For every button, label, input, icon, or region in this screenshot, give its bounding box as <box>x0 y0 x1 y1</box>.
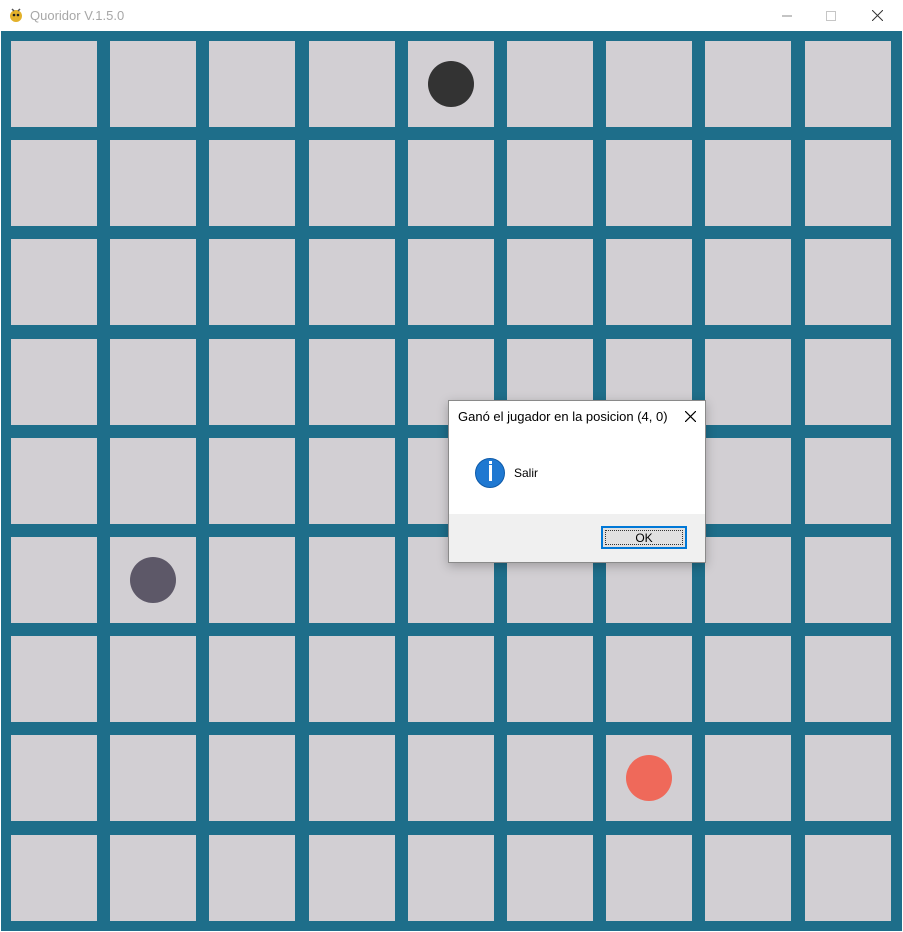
board-cell[interactable] <box>805 835 891 921</box>
board-cell[interactable] <box>11 339 97 425</box>
board-cell[interactable] <box>11 735 97 821</box>
board-cell[interactable] <box>309 537 395 623</box>
board-cell[interactable] <box>11 835 97 921</box>
dialog-footer: OK <box>449 514 705 562</box>
board-cell[interactable] <box>110 239 196 325</box>
board-cell[interactable] <box>408 636 494 722</box>
board-cell[interactable] <box>110 41 196 127</box>
info-icon <box>475 458 505 488</box>
board-cell[interactable] <box>309 239 395 325</box>
board-cell[interactable] <box>805 140 891 226</box>
board-cell[interactable] <box>309 636 395 722</box>
title-bar: Quoridor V.1.5.0 <box>0 0 903 31</box>
board-cell[interactable] <box>11 636 97 722</box>
board-cell[interactable] <box>209 835 295 921</box>
board-cell[interactable] <box>309 339 395 425</box>
board-cell[interactable] <box>805 636 891 722</box>
board-cell[interactable] <box>110 735 196 821</box>
ok-button[interactable]: OK <box>601 526 687 549</box>
board-cell[interactable] <box>705 835 791 921</box>
board-cell[interactable] <box>705 140 791 226</box>
window-close-button[interactable] <box>854 0 900 31</box>
board-cell[interactable] <box>209 140 295 226</box>
board-cell[interactable] <box>209 41 295 127</box>
board-cell[interactable] <box>209 735 295 821</box>
board-cell[interactable] <box>805 41 891 127</box>
board-cell[interactable] <box>705 735 791 821</box>
board-cell[interactable] <box>606 636 692 722</box>
board-cell[interactable] <box>110 140 196 226</box>
board-cell[interactable] <box>805 735 891 821</box>
dialog-title: Ganó el jugador en la posicion (4, 0) <box>458 409 668 424</box>
minimize-icon <box>782 15 792 16</box>
board-cell[interactable] <box>507 735 593 821</box>
board-cell[interactable] <box>110 339 196 425</box>
board-cell[interactable] <box>805 438 891 524</box>
board-cell[interactable] <box>606 239 692 325</box>
pawn-black[interactable] <box>428 61 474 107</box>
close-icon <box>684 410 696 422</box>
window-title: Quoridor V.1.5.0 <box>30 8 125 23</box>
board-cell[interactable] <box>705 239 791 325</box>
board-cell[interactable] <box>309 140 395 226</box>
board-cell[interactable] <box>705 636 791 722</box>
dialog-message: Salir <box>514 466 539 480</box>
board-cell[interactable] <box>606 41 692 127</box>
board-cell[interactable] <box>408 140 494 226</box>
board-cell[interactable] <box>110 636 196 722</box>
board-cell[interactable] <box>408 835 494 921</box>
board-cell[interactable] <box>705 438 791 524</box>
pygame-snake-icon <box>10 8 22 22</box>
board-cell[interactable] <box>209 537 295 623</box>
pawn-gray[interactable] <box>130 557 176 603</box>
board-cell[interactable] <box>705 537 791 623</box>
maximize-button[interactable] <box>808 0 854 31</box>
board-cell[interactable] <box>11 140 97 226</box>
board-cell[interactable] <box>11 239 97 325</box>
board-cell[interactable] <box>408 239 494 325</box>
board-cell[interactable] <box>11 537 97 623</box>
board-cell[interactable] <box>309 438 395 524</box>
board-cell[interactable] <box>507 636 593 722</box>
board-cell[interactable] <box>805 239 891 325</box>
board-cell[interactable] <box>606 140 692 226</box>
board-cell[interactable] <box>507 140 593 226</box>
board-cell[interactable] <box>110 835 196 921</box>
board-cell[interactable] <box>408 735 494 821</box>
pawn-red[interactable] <box>626 755 672 801</box>
board-cell[interactable] <box>11 41 97 127</box>
board-cell[interactable] <box>209 438 295 524</box>
board-cell[interactable] <box>110 438 196 524</box>
board-cell[interactable] <box>507 239 593 325</box>
dialog-close-button[interactable] <box>680 406 700 426</box>
board-cell[interactable] <box>309 735 395 821</box>
board-cell[interactable] <box>705 339 791 425</box>
win-dialog: Ganó el jugador en la posicion (4, 0) Sa… <box>448 400 706 563</box>
board-cell[interactable] <box>805 537 891 623</box>
board-cell[interactable] <box>507 835 593 921</box>
minimize-button[interactable] <box>764 0 810 31</box>
board-cell[interactable] <box>209 239 295 325</box>
board-cell[interactable] <box>11 438 97 524</box>
board-cell[interactable] <box>705 41 791 127</box>
board-cell[interactable] <box>209 339 295 425</box>
board-cell[interactable] <box>606 835 692 921</box>
maximize-icon <box>826 10 836 21</box>
board-cell[interactable] <box>209 636 295 722</box>
board-cell[interactable] <box>309 835 395 921</box>
board-cell[interactable] <box>805 339 891 425</box>
board-cell[interactable] <box>309 41 395 127</box>
board-cell[interactable] <box>507 41 593 127</box>
close-icon <box>871 10 883 21</box>
